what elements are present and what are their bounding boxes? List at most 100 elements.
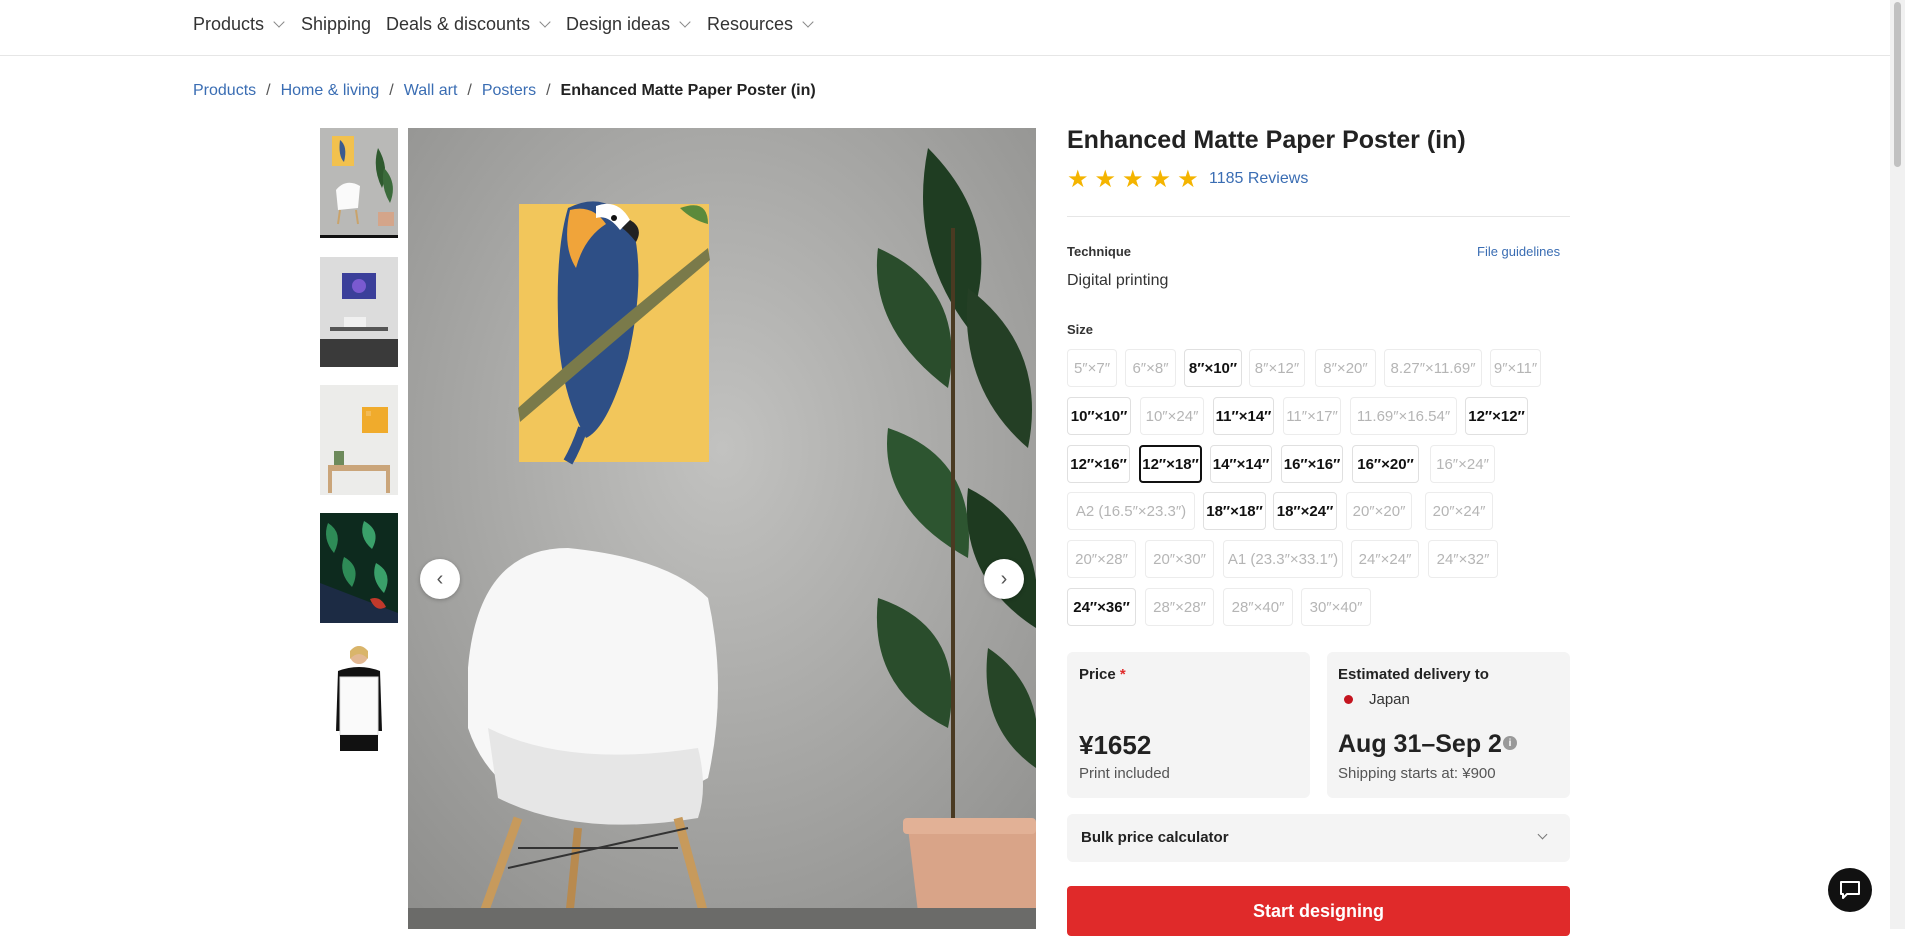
size-option: 10″×24″ [1140,397,1204,435]
size-option: 11″×17″ [1283,397,1341,435]
thumbnail-image [320,128,398,238]
size-option: 30″×40″ [1301,588,1371,626]
size-option: A2 (16.5″×23.3″) [1067,492,1195,530]
star-icon: ★ [1122,166,1144,193]
size-option: 9″×11″ [1490,349,1541,387]
nav-products[interactable]: Products [193,14,285,35]
size-option[interactable]: 8″×10″ [1184,349,1242,387]
technique-value: Digital printing [1067,272,1169,289]
star-icon: ★ [1094,166,1117,193]
breadcrumb-posters[interactable]: Posters [482,82,536,100]
size-option: 24″×32″ [1428,540,1498,578]
size-option[interactable]: 24″×36″ [1067,588,1136,626]
shipping-starts: Shipping starts at: ¥900 [1338,765,1496,782]
chevron-down-icon [539,16,551,28]
size-option[interactable]: 11″×14″ [1213,397,1274,435]
thumbnail-desk[interactable] [320,257,398,367]
nav-shipping[interactable]: Shipping [301,14,371,35]
breadcrumb-separator: / [467,82,472,99]
chat-icon [1840,881,1860,899]
nav-resources[interactable]: Resources [707,14,814,35]
breadcrumb-separator: / [266,82,271,99]
nav-resources-label: Resources [707,14,794,34]
scrollbar-thumb[interactable] [1894,2,1901,167]
size-option[interactable]: 12″×16″ [1067,445,1130,483]
nav-design-ideas[interactable]: Design ideas [566,14,691,35]
size-option: 11.69″×16.54″ [1350,397,1457,435]
size-option: 20″×30″ [1145,540,1214,578]
nav-deals[interactable]: Deals & discounts [386,14,551,35]
chevron-down-icon [802,16,814,28]
chat-button[interactable] [1828,868,1872,912]
delivery-dates: Aug 31–Sep 2 [1338,730,1502,758]
top-navigation: Products Shipping Deals & discounts Desi… [0,0,1890,56]
size-option: 5″×7″ [1067,349,1117,387]
poster-scene-illustration [408,128,1036,929]
thumbnail-image [320,641,398,751]
technique-label: Technique [1067,244,1132,259]
size-option[interactable]: 18″×24″ [1273,492,1337,530]
size-option: 20″×20″ [1346,492,1412,530]
star-icon: ★ [1067,166,1089,193]
bulk-price-calculator[interactable]: Bulk price calculator [1067,814,1570,862]
breadcrumb-separator: / [546,82,551,99]
chevron-down-icon [273,16,285,28]
breadcrumb-separator: / [389,82,394,99]
thumbnail-image [320,257,398,367]
thumbnail-person[interactable] [320,641,398,751]
size-label: Size [1067,322,1094,337]
breadcrumb-products[interactable]: Products [193,82,256,100]
thumbnail-image [320,513,398,623]
breadcrumb: Products / Home & living / Wall art / Po… [193,82,816,100]
price-label-text: Price [1079,666,1116,683]
size-option[interactable]: 10″×10″ [1067,397,1131,435]
delivery-country[interactable]: Japan [1369,691,1410,708]
rating-stars: ★ ★ ★ ★ ★ [1067,168,1199,192]
price-label: Price * [1079,666,1126,683]
size-option: 20″×24″ [1425,492,1493,530]
breadcrumb-wall-art[interactable]: Wall art [404,82,458,100]
next-image-button[interactable]: › [984,559,1024,599]
size-option: 8″×12″ [1249,349,1305,387]
size-option: A1 (23.3″×33.1″) [1223,540,1343,578]
bulk-price-label: Bulk price calculator [1081,829,1229,846]
size-option[interactable]: 12″×12″ [1465,397,1528,435]
page-scrollbar[interactable] [1890,0,1905,929]
size-option[interactable]: 18″×18″ [1203,492,1266,530]
nav-design-ideas-label: Design ideas [566,14,671,34]
reviews-link[interactable]: 1185 Reviews [1209,170,1308,188]
size-option[interactable]: 16″×16″ [1281,445,1343,483]
size-option[interactable]: 16″×20″ [1352,445,1419,483]
main-product-image [408,128,1036,929]
thumbnail-shelf[interactable] [320,385,398,495]
size-option: 28″×28″ [1145,588,1214,626]
thumbnail-image [320,385,398,495]
star-icon: ★ [1177,166,1199,193]
previous-image-button[interactable]: ‹ [420,559,460,599]
size-option[interactable]: 12″×18″ [1139,445,1202,483]
size-option: 24″×24″ [1351,540,1419,578]
chevron-down-icon [679,16,691,28]
price-value: ¥1652 [1079,730,1152,760]
breadcrumb-home-living[interactable]: Home & living [281,82,380,100]
star-icon: ★ [1149,166,1172,193]
file-guidelines-link[interactable]: File guidelines [1477,244,1560,259]
size-option: 8″×20″ [1315,349,1376,387]
divider [1067,216,1570,217]
japan-flag-icon [1344,695,1353,704]
required-mark: * [1119,666,1126,683]
size-option[interactable]: 14″×14″ [1210,445,1272,483]
size-option: 6″×8″ [1125,349,1176,387]
size-option: 28″×40″ [1223,588,1293,626]
thumbnail-parrot-chair[interactable] [320,128,398,238]
size-option: 20″×28″ [1067,540,1136,578]
nav-products-label: Products [193,14,265,34]
breadcrumb-current: Enhanced Matte Paper Poster (in) [560,82,816,99]
product-title: Enhanced Matte Paper Poster (in) [1067,126,1466,154]
chevron-right-icon: › [1000,567,1008,590]
chevron-down-icon [1537,829,1548,840]
size-option: 16″×24″ [1430,445,1495,483]
delivery-label: Estimated delivery to [1338,666,1489,683]
info-icon[interactable]: i [1503,736,1517,750]
thumbnail-leaf-pattern[interactable] [320,513,398,623]
